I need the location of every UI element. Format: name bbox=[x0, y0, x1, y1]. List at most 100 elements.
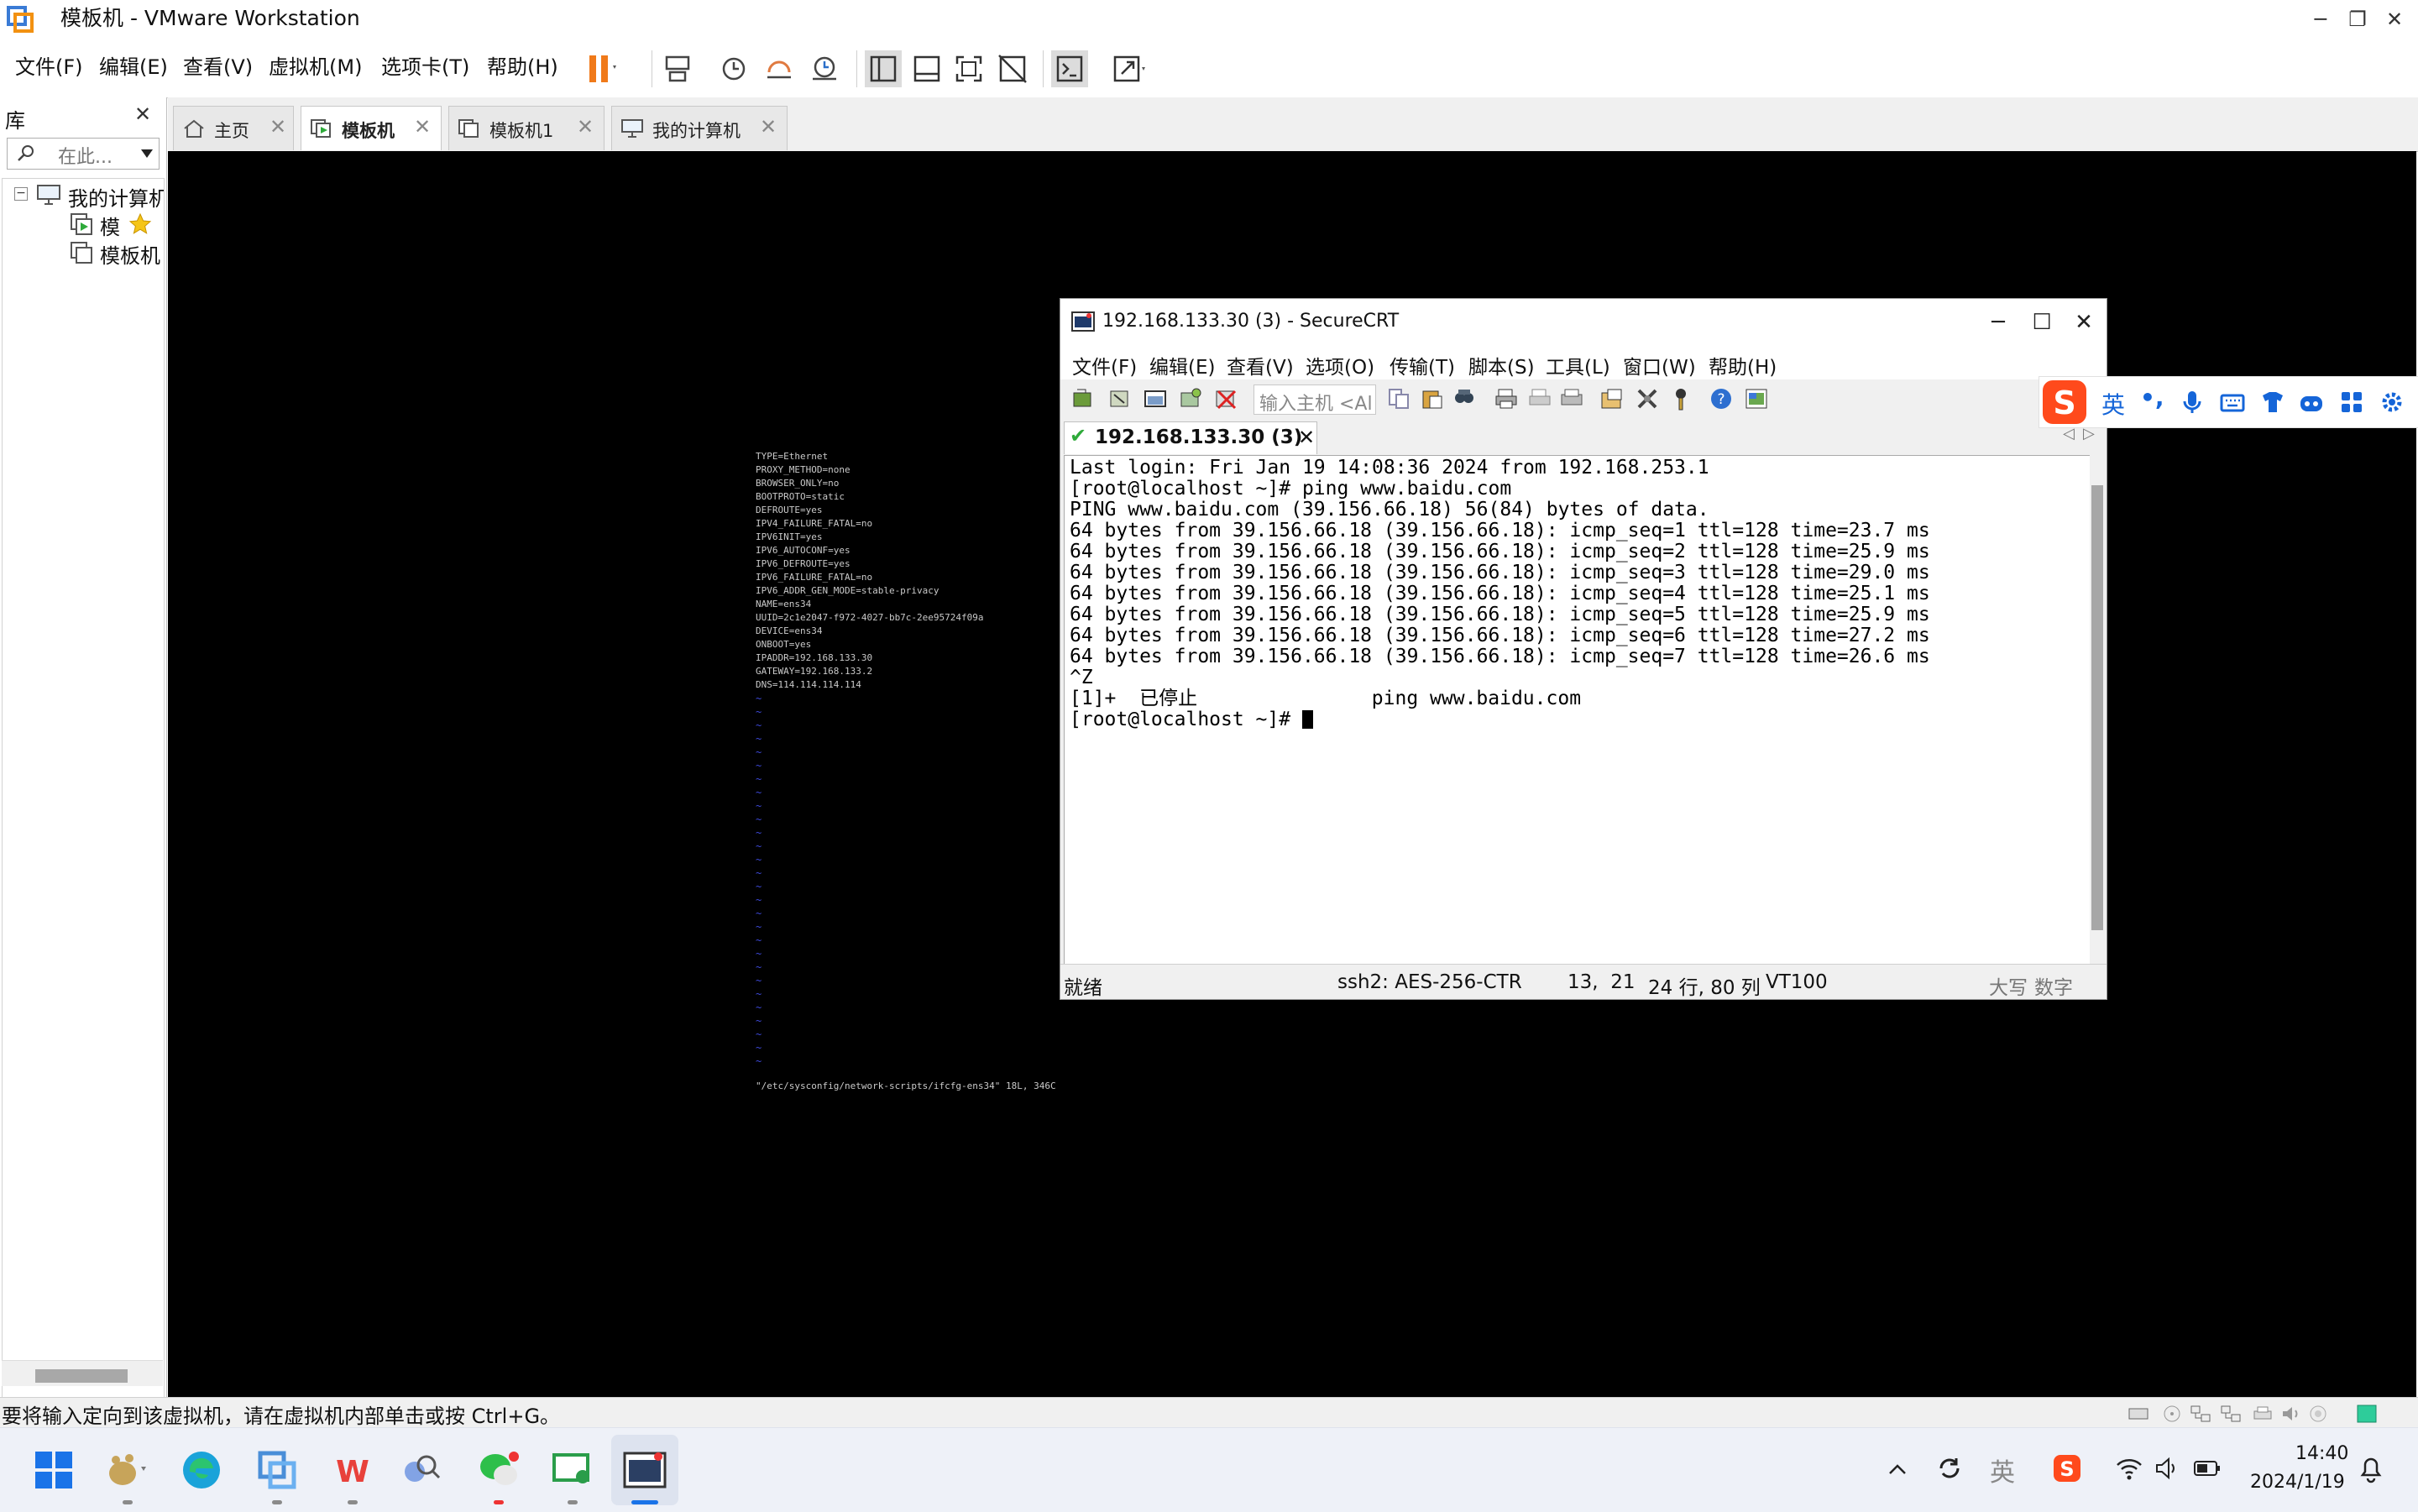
cd-dvd-icon[interactable] bbox=[2161, 1405, 2183, 1423]
notification-bell-icon[interactable] bbox=[2358, 1453, 2384, 1483]
show-library-icon[interactable] bbox=[865, 50, 902, 87]
connect-in-tab-icon[interactable] bbox=[1143, 386, 1168, 411]
sftp-icon[interactable] bbox=[1744, 386, 1769, 411]
disconnect-icon[interactable] bbox=[1213, 386, 1238, 411]
scrollbar-thumb[interactable] bbox=[35, 1369, 128, 1383]
securecrt-window[interactable]: 192.168.133.30 (3) - SecureCRT ─ ☐ ✕ 文件(… bbox=[1060, 298, 2107, 1000]
tab-template-vm[interactable]: 模板机 ✕ bbox=[301, 106, 442, 150]
usb-device-icon[interactable] bbox=[2307, 1405, 2329, 1423]
chevron-down-icon[interactable] bbox=[140, 149, 154, 159]
snapshot-manager-icon[interactable] bbox=[806, 50, 843, 87]
tree-collapse-toggle[interactable]: − bbox=[14, 187, 28, 201]
menu-file[interactable]: 文件(F) bbox=[15, 52, 83, 82]
session-options-icon[interactable] bbox=[1599, 386, 1625, 411]
ime-toolbar[interactable]: S 英 •, bbox=[2039, 376, 2418, 428]
copy-icon[interactable] bbox=[1386, 386, 1411, 411]
close-button[interactable]: ✕ bbox=[2369, 3, 2418, 35]
tree-item-my-computer[interactable]: 我的计算机 bbox=[68, 182, 164, 212]
edge-browser-icon[interactable] bbox=[178, 1447, 225, 1494]
volume-icon[interactable] bbox=[2154, 1457, 2180, 1480]
tab-home[interactable]: 主页 ✕ bbox=[173, 106, 294, 150]
sound-card-icon[interactable] bbox=[2280, 1405, 2302, 1423]
keymap-icon[interactable] bbox=[1668, 386, 1693, 411]
library-close-button[interactable]: ✕ bbox=[134, 102, 151, 126]
console-view-icon[interactable] bbox=[1051, 50, 1088, 87]
full-screen-icon[interactable] bbox=[950, 50, 987, 87]
tab-my-computer[interactable]: 我的计算机 ✕ bbox=[611, 106, 788, 150]
remote-desktop-icon[interactable] bbox=[549, 1447, 596, 1494]
library-search-input[interactable]: 在此... bbox=[7, 138, 160, 170]
printer-icon[interactable] bbox=[2252, 1405, 2274, 1423]
menu-edit[interactable]: 编辑(E) bbox=[99, 52, 168, 82]
crt-menu-view[interactable]: 查看(V) bbox=[1227, 351, 1294, 379]
session-tab-close-icon[interactable]: ✕ bbox=[1298, 426, 1315, 449]
pause-icon[interactable] bbox=[583, 50, 620, 87]
securecrt-minimize-button[interactable]: ─ bbox=[1979, 306, 2018, 339]
crt-menu-window[interactable]: 窗口(W) bbox=[1623, 351, 1696, 379]
show-thumbnail-bar-icon[interactable] bbox=[908, 50, 945, 87]
menu-help[interactable]: 帮助(H) bbox=[487, 52, 558, 82]
windows-start-icon[interactable] bbox=[30, 1447, 77, 1494]
message-log-icon[interactable] bbox=[2356, 1405, 2378, 1423]
network-adapter-icon[interactable] bbox=[2190, 1405, 2211, 1423]
crt-menu-edit[interactable]: 编辑(E) bbox=[1149, 351, 1215, 379]
microphone-icon[interactable] bbox=[2179, 389, 2206, 416]
unity-mode-icon[interactable] bbox=[994, 50, 1031, 87]
tab-my-computer-close-icon[interactable]: ✕ bbox=[760, 115, 777, 139]
wps-office-icon[interactable]: W bbox=[329, 1447, 376, 1494]
tree-item-template-vm[interactable]: 模 bbox=[100, 211, 120, 240]
global-options-icon[interactable] bbox=[1635, 386, 1660, 411]
connect-icon[interactable] bbox=[1070, 386, 1096, 411]
session-tab[interactable]: ✔ 192.168.133.30 (3) ✕ bbox=[1064, 421, 1317, 454]
baidu-netdisk-icon[interactable] bbox=[104, 1447, 151, 1494]
reconnect-icon[interactable] bbox=[1178, 386, 1203, 411]
ai-assistant-icon[interactable] bbox=[2298, 389, 2325, 416]
keyboard-icon[interactable] bbox=[2219, 389, 2246, 416]
snapshot-icon[interactable] bbox=[715, 50, 752, 87]
toolbox-grid-icon[interactable] bbox=[2338, 389, 2365, 416]
hard-disk-icon[interactable] bbox=[2128, 1405, 2149, 1423]
crt-menu-transfer[interactable]: 传输(T) bbox=[1390, 351, 1455, 379]
chevron-up-icon[interactable] bbox=[1886, 1458, 1909, 1482]
baidu-search-icon[interactable] bbox=[398, 1447, 445, 1494]
battery-icon[interactable] bbox=[2193, 1458, 2222, 1478]
send-ctrl-alt-del-icon[interactable] bbox=[660, 50, 697, 87]
network-adapter-2-icon[interactable] bbox=[2220, 1405, 2242, 1423]
crt-menu-help[interactable]: 帮助(H) bbox=[1709, 351, 1777, 379]
tab-home-close-icon[interactable]: ✕ bbox=[270, 115, 286, 139]
securecrt-maximize-button[interactable]: ☐ bbox=[2023, 306, 2061, 339]
tab-template-vm-1-close-icon[interactable]: ✕ bbox=[577, 115, 594, 139]
quick-host-input[interactable]: 输入主机 <Al bbox=[1253, 385, 1376, 415]
crt-menu-file[interactable]: 文件(F) bbox=[1072, 351, 1137, 379]
crt-menu-options[interactable]: 选项(O) bbox=[1306, 351, 1374, 379]
wechat-icon[interactable] bbox=[475, 1447, 522, 1494]
vmware-workstation-icon[interactable] bbox=[254, 1447, 301, 1494]
menu-vm[interactable]: 虚拟机(M) bbox=[269, 52, 362, 82]
scrollbar-thumb[interactable] bbox=[2091, 485, 2103, 930]
terminal-vertical-scrollbar[interactable] bbox=[2090, 455, 2105, 964]
tab-template-vm-1[interactable]: 模板机1 ✕ bbox=[448, 106, 604, 150]
clock-time[interactable]: 14:40 bbox=[2295, 1443, 2348, 1464]
tree-item-template-vm-1[interactable]: 模板机 bbox=[100, 239, 164, 269]
skin-shirt-icon[interactable] bbox=[2259, 389, 2286, 416]
tab-template-vm-close-icon[interactable]: ✕ bbox=[414, 115, 431, 139]
paste-icon[interactable] bbox=[1420, 386, 1445, 411]
revert-snapshot-icon[interactable] bbox=[761, 50, 798, 87]
sogou-logo-icon[interactable]: S bbox=[2041, 379, 2088, 426]
menu-tabs[interactable]: 选项卡(T) bbox=[381, 52, 469, 82]
printer-setup-icon[interactable] bbox=[1559, 386, 1584, 411]
quick-connect-icon[interactable] bbox=[1107, 386, 1133, 411]
crt-menu-script[interactable]: 脚本(S) bbox=[1468, 351, 1535, 379]
sync-icon[interactable] bbox=[1934, 1453, 1965, 1483]
sogou-tray-icon[interactable]: S bbox=[2052, 1453, 2082, 1483]
crt-menu-tools[interactable]: 工具(L) bbox=[1546, 351, 1610, 379]
library-horizontal-scrollbar[interactable] bbox=[2, 1360, 163, 1386]
ime-language-toggle[interactable]: 英 bbox=[2101, 387, 2125, 421]
securecrt-taskbar-icon[interactable] bbox=[621, 1447, 668, 1494]
ime-punctuation-toggle[interactable]: •, bbox=[2140, 384, 2164, 411]
find-icon[interactable] bbox=[1452, 386, 1477, 411]
print-selection-icon[interactable] bbox=[1527, 386, 1552, 411]
clock-date[interactable]: 2024/1/19 bbox=[2250, 1472, 2345, 1493]
terminal-area[interactable]: Last login: Fri Jan 19 14:08:36 2024 fro… bbox=[1064, 455, 2091, 965]
print-icon[interactable] bbox=[1494, 386, 1519, 411]
